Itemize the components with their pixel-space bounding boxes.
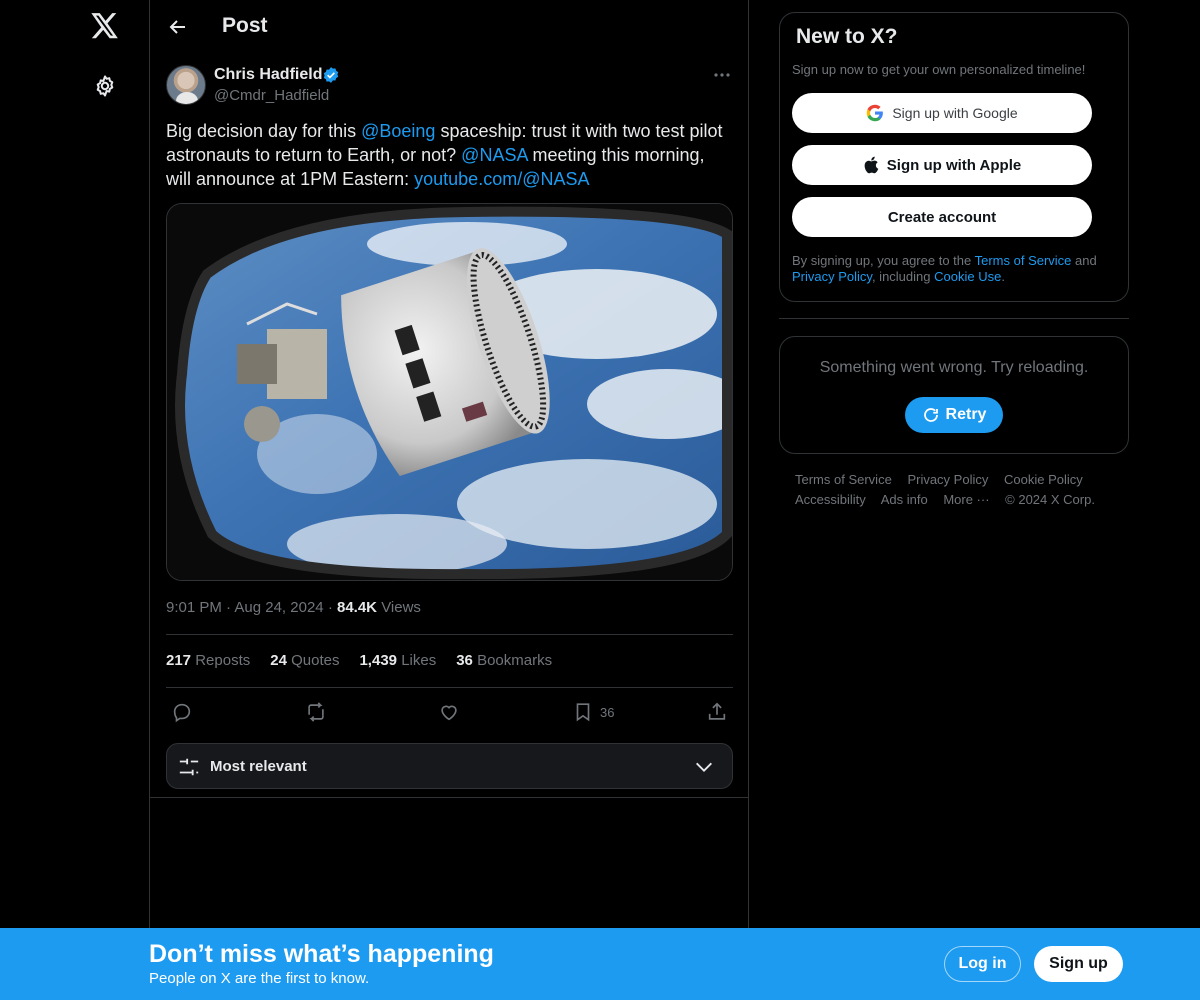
author-name[interactable]: Chris Hadfield xyxy=(214,66,322,84)
terms-text: . xyxy=(1001,269,1005,284)
divider xyxy=(166,687,733,688)
page-title: Post xyxy=(222,14,268,37)
google-label: Sign up with Google xyxy=(892,105,1018,121)
share-icon[interactable] xyxy=(706,699,728,725)
divider xyxy=(150,797,749,798)
signup-apple-button[interactable]: Sign up with Apple xyxy=(792,145,1092,185)
signup-title: New to X? xyxy=(796,25,898,48)
privacy-link[interactable]: Privacy Policy xyxy=(792,269,872,284)
post-stats: 217 Reposts 24 Quotes 1,439 Likes 36 Boo… xyxy=(166,652,552,669)
reply-icon[interactable] xyxy=(171,699,193,725)
mention-boeing[interactable]: @Boeing xyxy=(361,121,435,141)
banner-subtext: People on X are the first to know. xyxy=(149,970,370,987)
post-time[interactable]: 9:01 PM xyxy=(166,599,222,616)
footer-link[interactable]: Accessibility xyxy=(795,492,866,507)
likes-label: Likes xyxy=(401,652,437,669)
likes-count: 1,439 xyxy=(359,652,398,669)
bookmarks-label: Bookmarks xyxy=(477,652,553,669)
reposts-label: Reposts xyxy=(195,652,251,669)
likes-stat[interactable]: 1,439 Likes xyxy=(359,652,436,669)
reply-sort-dropdown[interactable]: Most relevant xyxy=(166,743,733,789)
retry-label: Retry xyxy=(945,406,987,423)
footer-link[interactable]: Cookie Policy xyxy=(1004,472,1083,487)
terms-text: , including xyxy=(871,269,935,284)
terms-text: By signing up, you agree to the xyxy=(792,253,975,268)
footer-link[interactable]: Terms of Service xyxy=(795,472,892,487)
terms-link[interactable]: Terms of Service xyxy=(975,253,1072,268)
views-label: Views xyxy=(381,599,421,616)
signup-subtitle: Sign up now to get your own personalized… xyxy=(792,62,1086,77)
back-arrow-icon[interactable] xyxy=(164,13,192,41)
more-options-icon[interactable] xyxy=(711,64,733,86)
apple-label: Sign up with Apple xyxy=(886,156,1022,174)
sliders-icon xyxy=(178,756,200,778)
apple-icon xyxy=(864,156,879,174)
chevron-down-icon xyxy=(693,756,715,778)
post-link[interactable]: youtube.com/@NASA xyxy=(414,169,589,189)
page: Post Chris Hadfield @Cmdr_Hadfield Big d… xyxy=(0,0,1200,1000)
left-nav xyxy=(0,0,149,1000)
bottom-banner: Don’t miss what’s happening People on X … xyxy=(0,928,1200,1000)
bookmark-count: 36 xyxy=(600,704,615,720)
post-meta: 9:01 PM · Aug 24, 2024 · 84.4K Views xyxy=(166,599,421,616)
bookmark-icon xyxy=(576,703,590,722)
create-account-button[interactable]: Create account xyxy=(792,197,1092,237)
verified-badge-icon xyxy=(322,66,340,84)
post-image[interactable] xyxy=(166,203,733,581)
quotes-count: 24 xyxy=(270,652,287,669)
mention-nasa[interactable]: @NASA xyxy=(461,145,527,165)
cookie-link[interactable]: Cookie Use xyxy=(934,269,1001,284)
login-button[interactable]: Log in xyxy=(944,946,1021,982)
sort-label: Most relevant xyxy=(210,758,307,775)
like-icon[interactable] xyxy=(438,699,460,725)
retry-button[interactable]: Retry xyxy=(905,397,1003,433)
footer-link[interactable]: Privacy Policy xyxy=(907,472,988,487)
divider xyxy=(166,634,733,635)
gear-icon[interactable] xyxy=(91,72,119,100)
quotes-label: Quotes xyxy=(291,652,340,669)
post-text: Big decision day for this @Boeing spaces… xyxy=(166,119,733,191)
quotes-stat[interactable]: 24 Quotes xyxy=(270,652,339,669)
post-author: Chris Hadfield @Cmdr_Hadfield xyxy=(166,64,733,108)
signup-google-button[interactable]: Sign up with Google xyxy=(792,93,1092,133)
copyright: © 2024 X Corp. xyxy=(1005,492,1095,507)
reposts-stat[interactable]: 217 Reposts xyxy=(166,652,250,669)
footer-links: Terms of Service Privacy Policy Cookie P… xyxy=(795,470,1115,510)
banner-headline: Don’t miss what’s happening xyxy=(149,940,494,968)
bookmarks-stat[interactable]: 36 Bookmarks xyxy=(456,652,552,669)
footer-link[interactable]: Ads info xyxy=(881,492,928,507)
signup-card: New to X? Sign up now to get your own pe… xyxy=(779,12,1129,302)
refresh-icon xyxy=(923,408,938,422)
x-logo-icon[interactable] xyxy=(89,10,121,42)
separator-dot: · xyxy=(327,599,337,616)
error-message: Something went wrong. Try reloading. xyxy=(819,359,1089,376)
reposts-count: 217 xyxy=(166,652,192,669)
views-count: 84.4K xyxy=(336,599,378,616)
author-handle[interactable]: @Cmdr_Hadfield xyxy=(214,87,329,104)
bookmarks-count: 36 xyxy=(456,652,473,669)
divider xyxy=(779,318,1129,319)
repost-icon[interactable] xyxy=(304,699,328,725)
bookmark-button[interactable]: 36 xyxy=(572,699,614,725)
google-icon xyxy=(867,104,884,122)
signup-button[interactable]: Sign up xyxy=(1034,946,1123,982)
main-column: Post Chris Hadfield @Cmdr_Hadfield Big d… xyxy=(149,0,749,1000)
post-text-part: Big decision day for this xyxy=(166,121,362,141)
post-date[interactable]: Aug 24, 2024 xyxy=(234,599,323,616)
error-card: Something went wrong. Try reloading. Ret… xyxy=(779,336,1129,454)
page-header: Post xyxy=(150,0,749,54)
signup-terms: By signing up, you agree to the Terms of… xyxy=(792,253,1117,285)
footer-more[interactable]: More ··· xyxy=(943,492,989,507)
post-actions: 36 xyxy=(166,699,733,725)
terms-text: and xyxy=(1071,253,1097,268)
avatar[interactable] xyxy=(166,65,206,105)
